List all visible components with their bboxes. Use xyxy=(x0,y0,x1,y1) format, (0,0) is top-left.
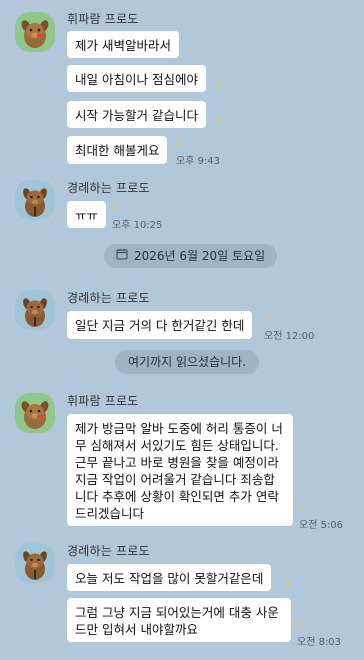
message-bubble[interactable]: 그럼 그냥 지금 되어있는거에 대충 사운드만 입혀서 내야할까요 xyxy=(67,598,291,642)
message-bubble[interactable]: 일단 지금 거의 다 한거같긴 한데 xyxy=(67,311,253,339)
message-time: 오후 9:43 xyxy=(176,156,221,167)
date-label: 2026년 6월 20일 토요일 xyxy=(134,249,266,263)
unread-count: 1 xyxy=(187,45,193,55)
unread-count: 1 xyxy=(299,502,305,512)
sender-name: 경례하는 프로도 xyxy=(67,291,150,305)
message-bubble[interactable]: 시작 가능할거 같습니다 xyxy=(67,101,206,128)
message-bubble[interactable]: 내일 아침이나 점심에야 xyxy=(67,65,206,92)
unread-count: 1 xyxy=(215,80,221,90)
avatar[interactable] xyxy=(15,180,55,220)
saluting-dog-avatar-icon xyxy=(23,298,47,327)
sender-name: 경례하는 프로도 xyxy=(67,544,150,558)
whistling-dog-avatar-icon xyxy=(21,401,49,429)
avatar[interactable] xyxy=(15,12,55,52)
unread-count: 1 xyxy=(264,313,270,323)
message-bubble[interactable]: 제가 새벽알바라서 xyxy=(67,31,179,58)
unread-count: 2 xyxy=(285,580,291,590)
message-time: 오전 8:03 xyxy=(297,637,342,648)
unread-count: 1 xyxy=(112,202,118,212)
saluting-dog-avatar-icon xyxy=(23,188,47,217)
message-bubble[interactable]: ㅠㅠ xyxy=(67,201,107,228)
date-divider: 2026년 6월 20일 토요일 xyxy=(104,244,278,268)
message-bubble[interactable]: 최대한 해볼게요 xyxy=(67,136,168,164)
sender-name: 경례하는 프로도 xyxy=(67,181,150,195)
read-marker: 여기까지 읽으셨습니다. xyxy=(115,350,260,374)
avatar[interactable] xyxy=(15,290,55,330)
whistling-dog-avatar-icon xyxy=(21,20,49,48)
sender-name: 휘파람 프로도 xyxy=(67,12,139,26)
sender-name: 휘파람 프로도 xyxy=(67,394,139,408)
unread-count: 2 xyxy=(297,619,303,629)
message-bubble[interactable]: 오늘 저도 작업을 많이 못할거같은데 xyxy=(67,564,272,591)
saluting-dog-avatar-icon xyxy=(23,551,47,580)
message-time: 오후 10:25 xyxy=(112,220,163,231)
unread-count: 1 xyxy=(176,138,182,148)
message-time: 오전 5:06 xyxy=(299,520,344,531)
message-time: 오전 12:00 xyxy=(264,331,315,342)
calendar-icon xyxy=(116,244,128,268)
avatar[interactable] xyxy=(15,543,55,583)
message-bubble[interactable]: 제가 방금막 알바 도중에 허리 통증이 너무 심해져서 서있기도 힘든 상태입… xyxy=(67,414,293,526)
unread-count: 1 xyxy=(216,116,222,126)
avatar[interactable] xyxy=(15,393,55,433)
